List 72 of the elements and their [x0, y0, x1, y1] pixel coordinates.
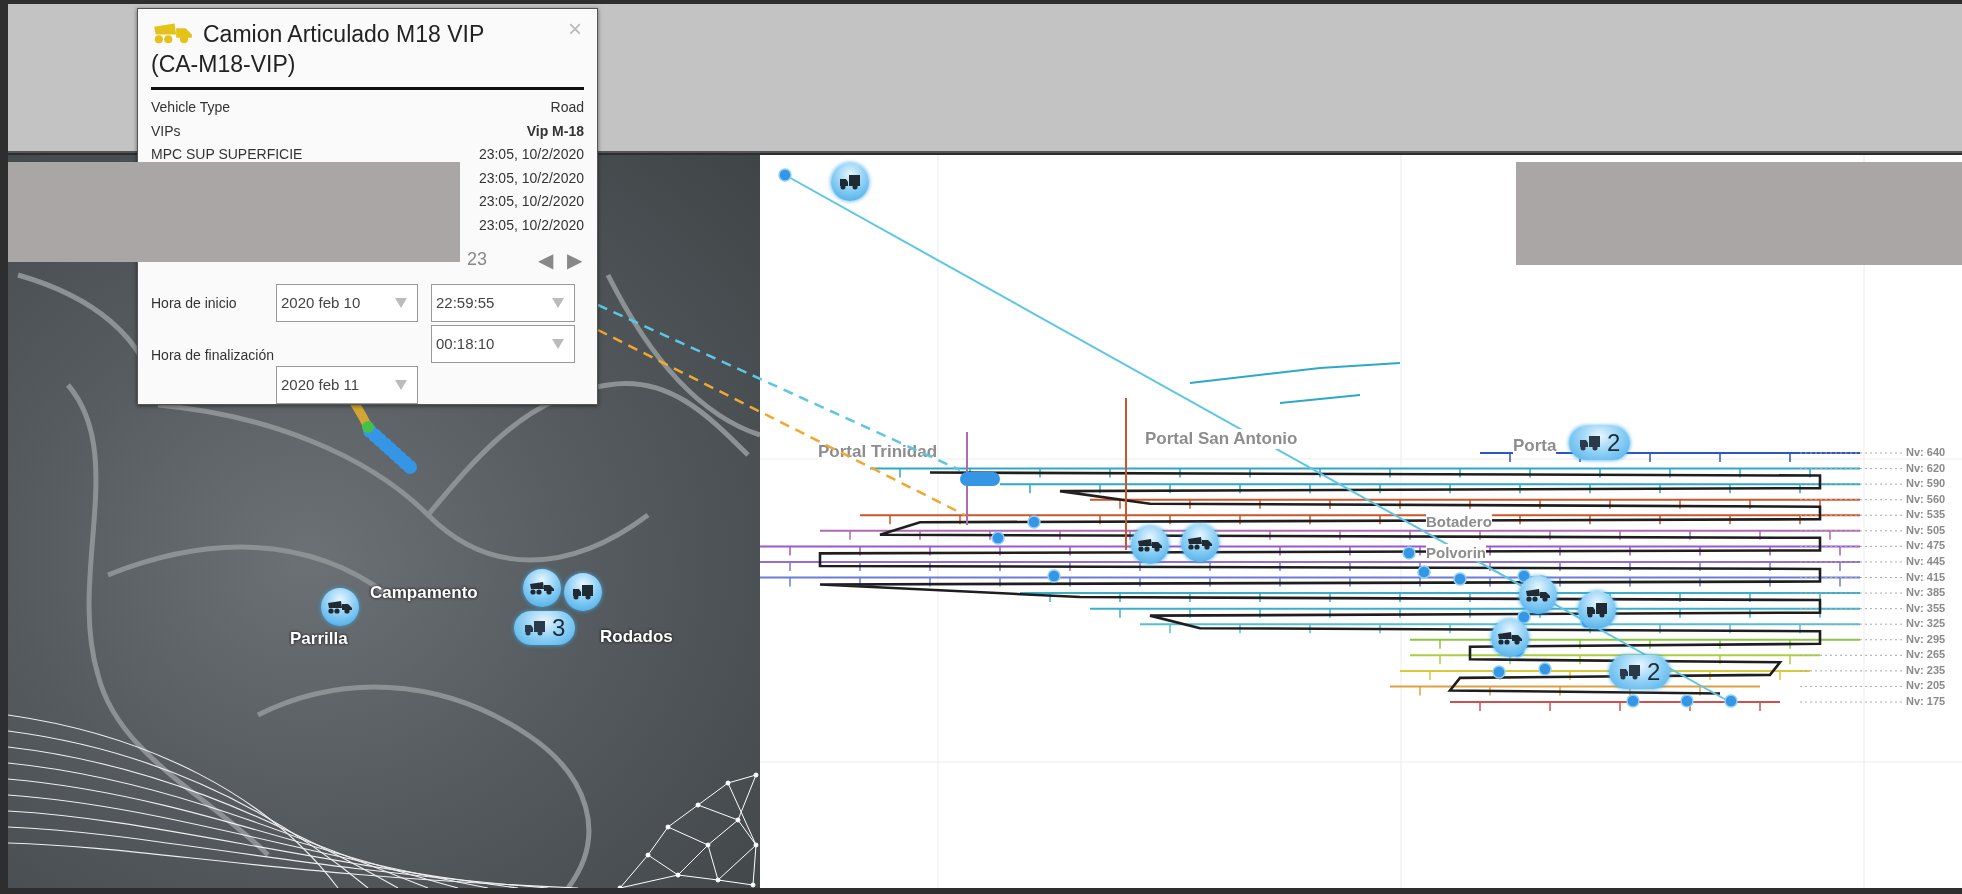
- level-label: Nv: 385: [1906, 586, 1946, 599]
- level-label: Nv: 415: [1906, 570, 1946, 583]
- vehicle-marker[interactable]: [1578, 591, 1616, 629]
- truck-icon: [524, 620, 546, 636]
- field-value: Vip M-18: [526, 121, 584, 141]
- field-value: 23:05, 10/2/2020: [478, 215, 584, 235]
- field-value: 23:05, 10/2/2020: [478, 168, 584, 188]
- level-label: Nv: 205: [1906, 679, 1946, 692]
- position-trail: [960, 472, 1000, 486]
- vehicle-marker[interactable]: [1519, 576, 1557, 614]
- truck-icon: [1586, 602, 1608, 618]
- place-label: Rodados: [600, 627, 673, 647]
- level-label: Nv: 175: [1906, 695, 1946, 707]
- page-number: 23: [467, 249, 488, 271]
- dump-truck-icon: [151, 22, 195, 44]
- time-dropdown[interactable]: 22:59:55: [431, 283, 575, 322]
- field-label: Vehicle Type: [151, 98, 231, 117]
- place-label: Portal San Antonio: [1145, 429, 1298, 449]
- popup-title: Camion Articulado M18 VIP (CA-M18-VIP): [151, 20, 485, 79]
- level-label: Nv: 325: [1906, 617, 1946, 630]
- level-label: Nv: 560: [1906, 492, 1946, 505]
- level-label: Nv: 355: [1906, 601, 1946, 614]
- place-label: Parrilla: [290, 629, 348, 649]
- place-label: Botadero: [1426, 513, 1492, 530]
- dump-truck-icon: [1137, 538, 1163, 552]
- level-label: Nv: 640: [1906, 446, 1946, 458]
- vehicle-marker[interactable]: [564, 573, 602, 611]
- level-label: Nv: 445: [1906, 554, 1946, 567]
- dump-truck-icon: [1497, 631, 1523, 645]
- place-label: Portal Trinidad: [818, 442, 938, 462]
- dump-truck-icon: [1525, 588, 1551, 602]
- level-label: Nv: 505: [1906, 523, 1946, 536]
- level-label: Nv: 535: [1906, 508, 1946, 521]
- date-dropdown[interactable]: 2020 feb 10: [276, 283, 418, 322]
- cluster-marker[interactable]: 2: [1609, 655, 1671, 689]
- field-label: MPC SUP SUPERFICIE: [151, 145, 303, 165]
- caret-icon: [395, 297, 407, 308]
- truck-icon: [572, 584, 594, 600]
- truck-icon: [1579, 435, 1601, 451]
- cluster-marker[interactable]: 3: [514, 611, 576, 645]
- date-dropdown[interactable]: 2020 feb 11: [276, 365, 418, 404]
- field-label: VIPs: [151, 121, 181, 141]
- time-dropdown[interactable]: 00:18:10: [431, 324, 575, 363]
- vehicle-marker[interactable]: [1181, 524, 1219, 562]
- dump-truck-icon: [1187, 536, 1213, 550]
- truck-icon: [1619, 664, 1641, 680]
- place-label: Polvorin: [1426, 544, 1486, 561]
- cluster-marker[interactable]: 2: [1569, 426, 1631, 460]
- level-label: Nv: 620: [1906, 461, 1946, 474]
- vehicle-marker[interactable]: [523, 569, 561, 607]
- level-label: Nv: 235: [1906, 663, 1946, 676]
- dump-truck-icon: [529, 581, 555, 595]
- field-value: 23:05, 10/2/2020: [478, 192, 584, 212]
- level-label: Nv: 265: [1906, 648, 1946, 661]
- field-label: Hora de inicio: [151, 294, 238, 311]
- field-label: Hora de finalización: [151, 346, 275, 363]
- caret-icon: [552, 297, 564, 308]
- dump-truck-icon: [327, 600, 353, 614]
- vehicle-marker[interactable]: [1491, 619, 1529, 657]
- vehicle-marker[interactable]: [831, 163, 869, 201]
- level-label: Nv: 475: [1906, 539, 1946, 552]
- place-label: Porta: [1513, 436, 1557, 456]
- vehicle-marker[interactable]: [321, 588, 359, 626]
- level-label: Nv: 590: [1906, 477, 1946, 490]
- caret-icon: [395, 379, 407, 390]
- level-label: Nv: 295: [1906, 632, 1946, 645]
- truck-icon: [839, 174, 861, 190]
- vehicle-marker[interactable]: [1131, 526, 1169, 564]
- caret-icon: [552, 338, 564, 349]
- place-label: Campamento: [370, 583, 478, 603]
- field-value: Road: [550, 98, 584, 117]
- field-value: 23:05, 10/2/2020: [478, 145, 584, 165]
